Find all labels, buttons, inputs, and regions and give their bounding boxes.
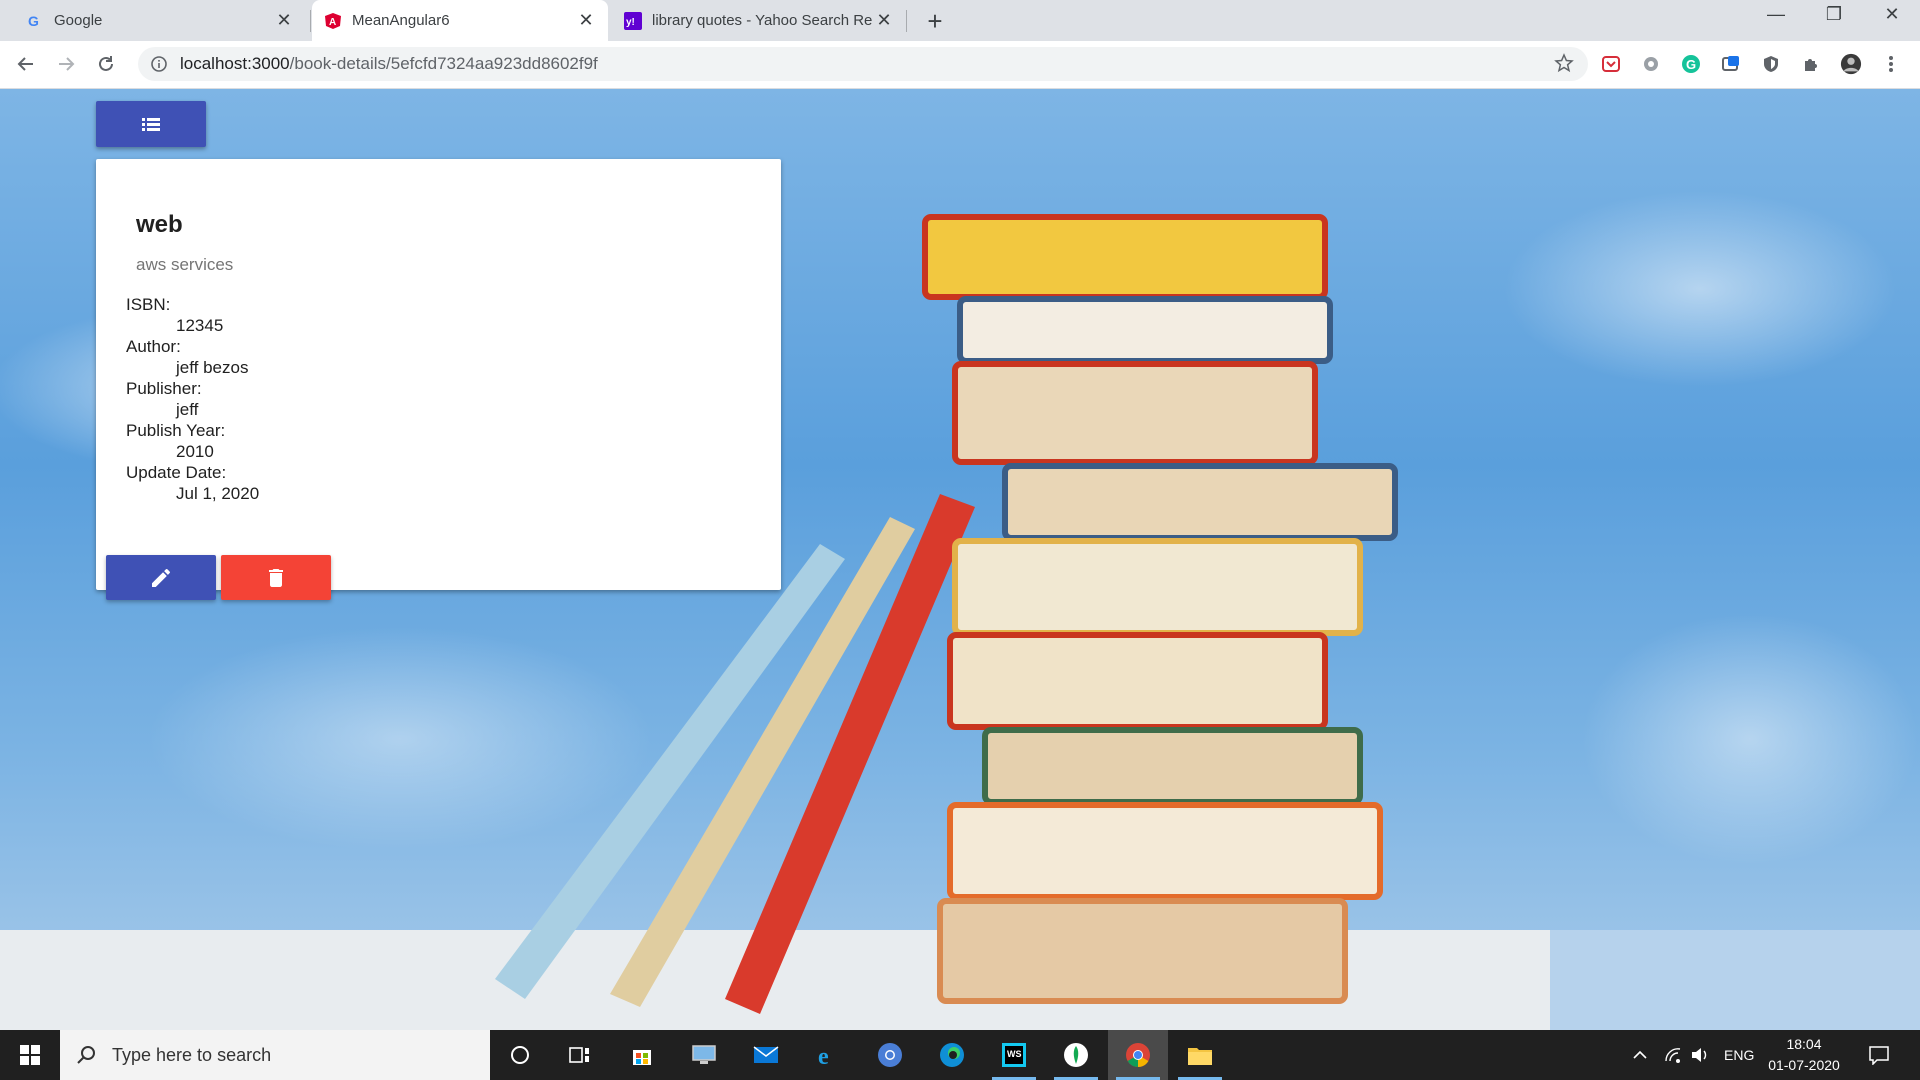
info-icon[interactable]: [150, 55, 168, 73]
new-tab-icon[interactable]: +: [920, 6, 950, 37]
tab-google[interactable]: G Google ✕: [14, 0, 306, 41]
forward-arrow-icon[interactable]: [52, 50, 80, 78]
pencil-icon: [152, 568, 171, 587]
page-content: web aws services ISBN: 12345 Author: jef…: [0, 89, 1920, 1030]
cortana-icon[interactable]: [490, 1030, 550, 1080]
language-indicator[interactable]: ENG: [1724, 1030, 1754, 1080]
url-path: /book-details/5efcfd7324aa923dd8602f9f: [289, 54, 598, 73]
show-hidden-icons-chevron-icon[interactable]: [1632, 1030, 1648, 1080]
svg-text:G: G: [1686, 57, 1696, 72]
browser-toolbar: localhost:3000/book-details/5efcfd7324aa…: [0, 41, 1920, 89]
publisher-value: jeff: [176, 400, 199, 419]
svg-text:G: G: [28, 13, 39, 29]
bookmark-star-icon[interactable]: [1554, 53, 1574, 78]
shield-extension-icon[interactable]: [1760, 53, 1782, 75]
edge-icon[interactable]: [922, 1030, 982, 1080]
windows-taskbar: Type here to search e WS ENG 18:04 01-07…: [0, 1030, 1920, 1080]
chromium-icon[interactable]: [860, 1030, 920, 1080]
tab-title: library quotes - Yahoo Search Re: [652, 12, 873, 29]
svg-text:y!: y!: [626, 17, 635, 28]
trash-icon: [269, 568, 283, 587]
minimize-icon[interactable]: —: [1756, 4, 1796, 25]
tab-divider: [906, 10, 907, 32]
translate-extension-icon[interactable]: [1720, 53, 1742, 75]
system-clock[interactable]: 18:04 01-07-2020: [1754, 1034, 1854, 1076]
author-value: jeff bezos: [176, 358, 249, 377]
notifications-icon[interactable]: [1868, 1030, 1890, 1080]
publish-year-value: 2010: [176, 442, 214, 461]
file-explorer-icon[interactable]: [1170, 1030, 1230, 1080]
clock-date: 01-07-2020: [1768, 1057, 1840, 1073]
google-icon: G: [26, 12, 44, 30]
book-details-card: web aws services ISBN: 12345 Author: jef…: [96, 159, 781, 600]
tab-divider: [310, 10, 311, 32]
globe-extension-icon[interactable]: [1640, 53, 1662, 75]
edit-button[interactable]: [106, 555, 216, 600]
profile-avatar[interactable]: [1840, 53, 1862, 75]
update-date-label: Update Date:: [126, 463, 227, 482]
address-bar[interactable]: localhost:3000/book-details/5efcfd7324aa…: [138, 47, 1588, 81]
computer-icon[interactable]: [674, 1030, 734, 1080]
grammarly-extension-icon[interactable]: G: [1680, 53, 1702, 75]
clock-time: 18:04: [1786, 1036, 1822, 1052]
author-label: Author:: [126, 337, 181, 356]
close-tab-icon[interactable]: ✕: [576, 10, 596, 31]
puzzle-extensions-icon[interactable]: [1800, 53, 1822, 75]
task-view-icon[interactable]: [550, 1030, 610, 1080]
taskbar-search-box[interactable]: Type here to search: [60, 1030, 490, 1080]
pocket-extension-icon[interactable]: [1600, 53, 1622, 75]
mongodb-compass-icon[interactable]: [1046, 1030, 1106, 1080]
volume-icon[interactable]: [1690, 1030, 1710, 1080]
update-date-value: Jul 1, 2020: [176, 484, 260, 503]
book-details-list: ISBN: 12345 Author: jeff bezos Publisher…: [126, 294, 259, 504]
close-tab-icon[interactable]: ✕: [874, 10, 894, 31]
close-tab-icon[interactable]: ✕: [274, 10, 294, 31]
store-icon[interactable]: [612, 1030, 672, 1080]
search-icon: [77, 1046, 95, 1064]
yahoo-icon: y!: [624, 11, 642, 30]
menu-button[interactable]: [96, 101, 206, 147]
angular-icon: A: [324, 12, 342, 30]
windows-start-icon[interactable]: [0, 1030, 60, 1080]
tab-meanangular6[interactable]: A MeanAngular6 ✕: [312, 0, 608, 41]
back-arrow-icon[interactable]: [12, 50, 40, 78]
chrome-icon[interactable]: [1108, 1030, 1168, 1080]
svg-text:A: A: [329, 17, 336, 28]
browser-tab-bar: G Google ✕ A MeanAngular6 ✕ y! library q…: [0, 0, 1920, 41]
svg-text:e: e: [818, 1044, 829, 1068]
close-window-icon[interactable]: ✕: [1872, 4, 1912, 25]
publisher-label: Publisher:: [126, 379, 202, 398]
restore-icon[interactable]: ❐: [1814, 4, 1854, 25]
tab-yahoo-search[interactable]: y! library quotes - Yahoo Search Re ✕: [612, 0, 906, 41]
svg-text:WS: WS: [1007, 1049, 1022, 1059]
isbn-value: 12345: [176, 316, 224, 335]
tab-title: MeanAngular6: [352, 12, 450, 29]
webstorm-icon[interactable]: WS: [984, 1030, 1044, 1080]
book-title: web: [136, 211, 183, 238]
search-placeholder: Type here to search: [112, 1044, 272, 1065]
internet-explorer-icon[interactable]: e: [798, 1030, 858, 1080]
list-icon: [142, 118, 160, 131]
publish-year-label: Publish Year:: [126, 421, 226, 440]
reload-icon[interactable]: [92, 50, 120, 78]
book-description: aws services: [136, 255, 234, 274]
url-text: localhost:3000/book-details/5efcfd7324aa…: [180, 54, 598, 74]
delete-button[interactable]: [221, 555, 331, 600]
url-host: localhost:3000: [180, 54, 290, 73]
mail-icon[interactable]: [736, 1030, 796, 1080]
network-icon[interactable]: [1664, 1030, 1682, 1080]
more-menu-icon[interactable]: [1880, 53, 1902, 75]
tab-title: Google: [54, 12, 103, 29]
isbn-label: ISBN:: [126, 295, 171, 314]
